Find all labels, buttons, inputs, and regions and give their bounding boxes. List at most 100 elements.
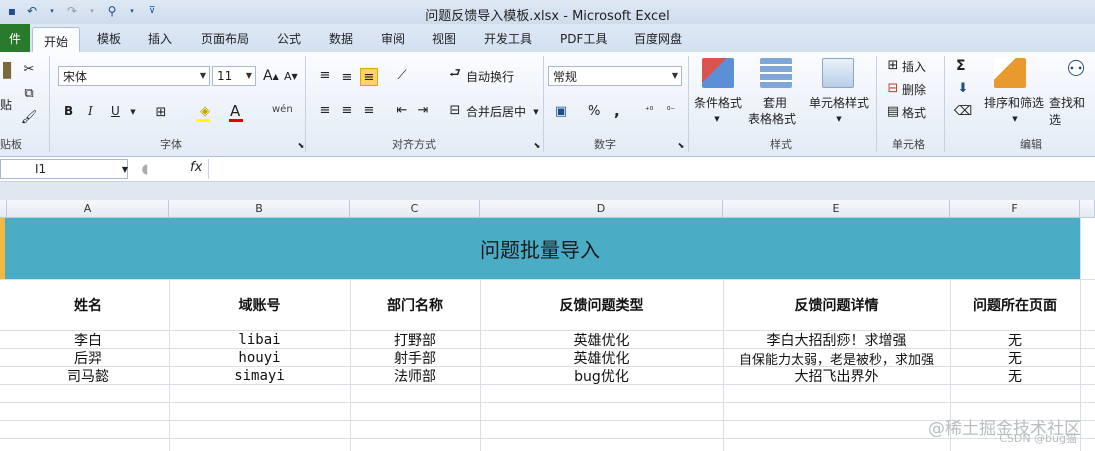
underline-dropdown-icon[interactable]: ▼ <box>124 103 142 121</box>
fill-color-icon[interactable]: ◈ <box>196 102 214 120</box>
decrease-decimal-icon[interactable]: ⁰⁻ <box>662 102 680 120</box>
column-header-a[interactable]: A <box>7 200 169 218</box>
wrap-text-icon[interactable]: ⮐ <box>446 66 464 84</box>
column-header-g[interactable] <box>1080 200 1095 218</box>
insert-cells-icon[interactable]: ⊞ <box>884 56 902 74</box>
header-cell-issue-detail[interactable]: 反馈问题详情 <box>723 280 950 330</box>
tab-data[interactable]: 数据 <box>329 30 353 47</box>
format-as-table-icon[interactable] <box>760 58 792 88</box>
name-box[interactable]: I1 <box>0 159 128 179</box>
borders-icon[interactable]: ⊞ <box>152 103 170 121</box>
insert-cells-button[interactable]: 插入 <box>902 58 926 75</box>
orientation-icon[interactable]: ⟋ <box>393 66 411 84</box>
tab-baidu-netdisk[interactable]: 百度网盘 <box>634 30 682 47</box>
increase-decimal-icon[interactable]: ⁺⁰ <box>640 102 658 120</box>
table-cell[interactable]: 自保能力太弱，老是被秒，求加强 <box>723 349 950 368</box>
number-format-select[interactable]: 常规 ▼ <box>548 66 682 86</box>
tab-pdf-tools[interactable]: PDF工具 <box>560 30 607 47</box>
column-header-f[interactable]: F <box>950 200 1080 218</box>
header-cell-name[interactable]: 姓名 <box>7 280 169 330</box>
formula-expand-icon[interactable]: ◖ <box>136 160 154 178</box>
table-cell[interactable]: 射手部 <box>350 349 480 367</box>
table-cell[interactable]: 李白 <box>7 331 169 349</box>
tab-home[interactable]: 开始 <box>32 27 80 54</box>
bold-button[interactable]: B <box>64 104 73 118</box>
header-cell-account[interactable]: 域账号 <box>169 280 350 330</box>
chevron-down-icon[interactable]: ▼ <box>1006 110 1024 128</box>
dialog-launcher-icon[interactable]: ⬊ <box>292 136 310 154</box>
format-painter-icon[interactable]: 🖌 <box>20 108 38 126</box>
table-cell[interactable]: 无 <box>950 349 1080 367</box>
header-cell-issue-type[interactable]: 反馈问题类型 <box>480 280 723 330</box>
align-bottom-icon[interactable]: ≡ <box>360 68 378 86</box>
merge-center-icon[interactable]: ⊟ <box>446 101 464 119</box>
format-cells-icon[interactable]: ▤ <box>884 102 902 120</box>
format-as-table-button[interactable]: 表格格式 <box>748 110 796 127</box>
header-cell-issue-page[interactable]: 问题所在页面 <box>950 280 1080 330</box>
insert-function-button[interactable]: fx <box>190 160 202 175</box>
currency-icon[interactable]: ▣ <box>552 102 570 120</box>
table-cell[interactable]: houyi <box>169 349 350 367</box>
formula-input[interactable] <box>208 159 1095 179</box>
phonetic-button[interactable]: wén <box>272 104 293 115</box>
fill-icon[interactable]: ⬇ <box>954 79 972 97</box>
cell-styles-icon[interactable] <box>822 58 854 88</box>
wrap-text-button[interactable]: 自动换行 <box>466 68 514 85</box>
paste-icon[interactable]: ▮ <box>0 57 14 82</box>
column-header-e[interactable]: E <box>723 200 950 218</box>
conditional-format-button[interactable]: 条件格式 <box>694 94 742 111</box>
cut-icon[interactable]: ✂ <box>20 60 38 78</box>
table-cell[interactable]: 无 <box>950 367 1080 385</box>
percent-button[interactable]: % <box>588 104 600 119</box>
table-cell[interactable]: 后羿 <box>7 349 169 367</box>
cell-styles-button[interactable]: 单元格样式 <box>809 94 869 111</box>
decrease-indent-icon[interactable]: ⇤ <box>393 101 411 119</box>
copy-icon[interactable]: ⧉ <box>20 84 38 102</box>
merge-center-button[interactable]: 合并后居中 <box>466 103 526 120</box>
conditional-format-icon[interactable] <box>702 58 734 88</box>
chevron-down-icon[interactable]: ▼ <box>830 110 848 128</box>
font-color-button[interactable]: A <box>230 102 240 120</box>
binoculars-icon[interactable]: ⚇ <box>1062 57 1090 82</box>
tab-review[interactable]: 审阅 <box>381 30 405 47</box>
table-cell[interactable]: 司马懿 <box>7 367 169 385</box>
underline-button[interactable]: U <box>111 104 120 118</box>
table-cell[interactable]: simayi <box>169 367 350 385</box>
table-cell[interactable]: bug优化 <box>480 367 723 385</box>
chevron-down-icon[interactable]: ▼ <box>708 110 726 128</box>
tab-view[interactable]: 视图 <box>432 30 456 47</box>
delete-cells-icon[interactable]: ⊟ <box>884 79 902 97</box>
clear-icon[interactable]: ⌫ <box>954 102 972 120</box>
tab-insert[interactable]: 插入 <box>148 30 172 47</box>
tab-template[interactable]: 模板 <box>97 30 121 47</box>
italic-button[interactable]: I <box>88 104 93 118</box>
column-header-b[interactable]: B <box>169 200 350 218</box>
table-cell[interactable]: 英雄优化 <box>480 349 723 367</box>
paste-label[interactable]: 贴 <box>0 96 12 113</box>
column-header-d[interactable]: D <box>480 200 723 218</box>
increase-indent-icon[interactable]: ⇥ <box>414 101 432 119</box>
align-center-icon[interactable]: ≡ <box>338 101 356 119</box>
comma-button[interactable]: , <box>614 102 620 120</box>
align-right-icon[interactable]: ≡ <box>360 101 378 119</box>
autosum-button[interactable]: Σ <box>956 58 966 74</box>
select-all-corner[interactable] <box>0 200 7 218</box>
format-cells-button[interactable]: 格式 <box>902 104 926 121</box>
table-cell[interactable]: 无 <box>950 331 1080 349</box>
grow-font-button[interactable]: A ▲ <box>263 68 279 84</box>
table-cell[interactable]: 大招飞出界外 <box>723 367 950 385</box>
tab-file[interactable]: 件 <box>0 24 30 52</box>
font-name-select[interactable]: 宋体 ▼ <box>58 66 210 86</box>
table-cell[interactable]: 英雄优化 <box>480 331 723 349</box>
column-header-c[interactable]: C <box>350 200 480 218</box>
tab-developer[interactable]: 开发工具 <box>484 30 532 47</box>
name-box-dropdown-icon[interactable]: ▼ <box>116 160 134 178</box>
delete-cells-button[interactable]: 删除 <box>902 81 926 98</box>
align-middle-icon[interactable]: ≡ <box>338 68 356 86</box>
sort-filter-button[interactable]: 排序和筛选 <box>984 94 1044 111</box>
align-top-icon[interactable]: ≡ <box>316 66 334 84</box>
table-cell[interactable]: libai <box>169 331 350 349</box>
find-select-button[interactable]: 查找和选 <box>1049 94 1095 128</box>
table-cell[interactable]: 法师部 <box>350 367 480 385</box>
format-as-table-label-1[interactable]: 套用 <box>763 94 787 111</box>
